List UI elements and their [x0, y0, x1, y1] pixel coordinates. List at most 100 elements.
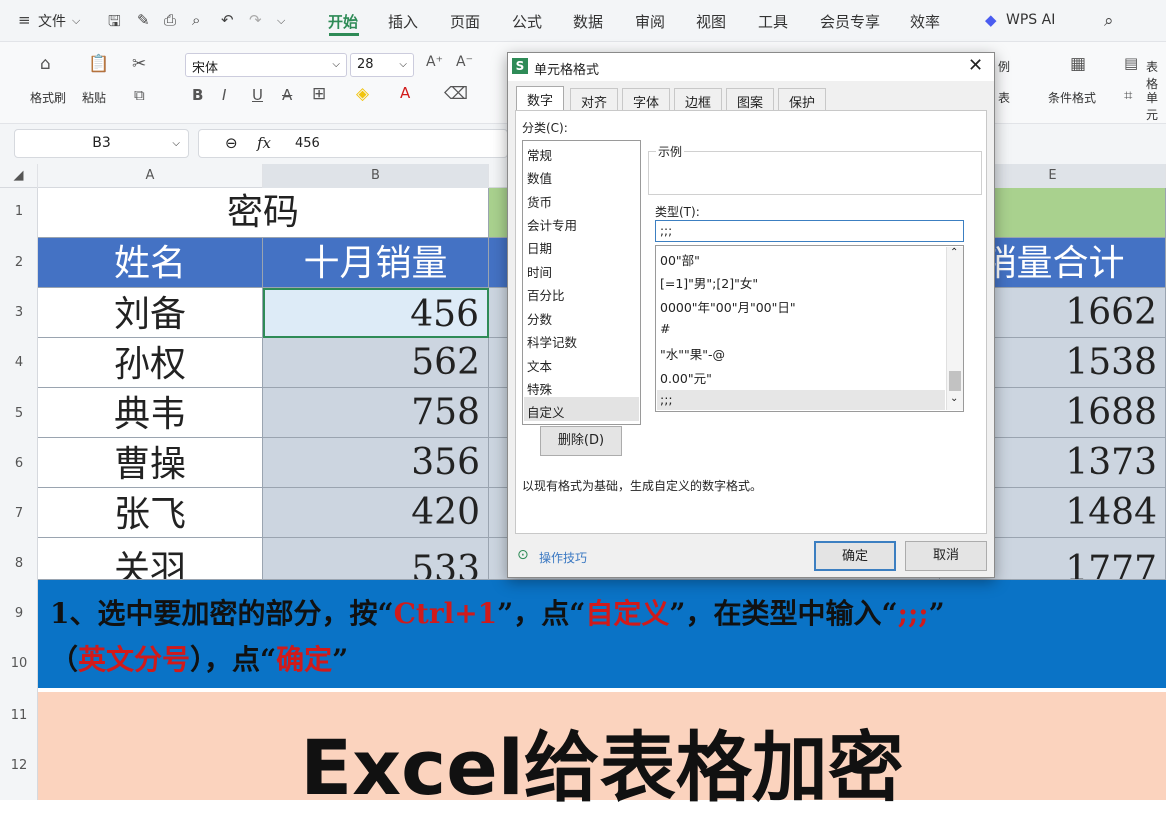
- tab-tools[interactable]: 工具: [758, 11, 788, 32]
- category-item[interactable]: 时间: [527, 262, 552, 281]
- increase-font-icon[interactable]: A⁺: [426, 54, 443, 70]
- tab-alignment[interactable]: 对齐: [570, 88, 619, 111]
- category-item[interactable]: 特殊: [527, 379, 552, 398]
- tab-home[interactable]: 开始: [328, 11, 358, 32]
- type-item[interactable]: 0.00"元": [660, 368, 712, 387]
- october-cell[interactable]: 758: [263, 388, 489, 438]
- italic-icon[interactable]: I: [222, 86, 226, 104]
- close-icon[interactable]: ✕: [968, 55, 983, 76]
- select-all-corner[interactable]: ◢: [0, 164, 38, 188]
- name-cell[interactable]: 孙权: [38, 338, 263, 388]
- clear-format-icon[interactable]: ⌫: [444, 84, 468, 104]
- format-painter-icon[interactable]: ⌂: [40, 54, 51, 74]
- font-color-icon[interactable]: A: [400, 84, 410, 102]
- menu-icon[interactable]: ≡: [18, 11, 31, 29]
- column-header-b[interactable]: B: [263, 164, 489, 188]
- save-icon[interactable]: 🖫: [108, 11, 121, 36]
- name-cell[interactable]: 曹操: [38, 438, 263, 488]
- category-item[interactable]: 日期: [527, 238, 552, 257]
- print-preview-icon[interactable]: ⌕: [192, 11, 200, 29]
- name-cell[interactable]: 典韦: [38, 388, 263, 438]
- search-icon[interactable]: ⌕: [1104, 11, 1114, 31]
- october-cell[interactable]: 533: [263, 538, 489, 580]
- border-icon[interactable]: ⊞: [312, 84, 326, 104]
- column-header-a[interactable]: A: [38, 164, 263, 188]
- name-cell[interactable]: 刘备: [38, 288, 263, 338]
- row-header[interactable]: 2: [0, 255, 38, 270]
- zoom-icon[interactable]: ⊖: [225, 134, 238, 152]
- underline-icon[interactable]: U: [252, 86, 263, 104]
- format-icon[interactable]: ✎: [137, 11, 150, 29]
- tab-data[interactable]: 数据: [573, 11, 603, 32]
- row-header[interactable]: 12: [0, 758, 38, 773]
- fx-icon[interactable]: fx: [257, 134, 271, 152]
- fill-color-icon[interactable]: ◈: [356, 84, 369, 104]
- category-item[interactable]: 文本: [527, 356, 552, 375]
- scroll-thumb[interactable]: [949, 371, 961, 391]
- tab-number[interactable]: 数字: [516, 86, 565, 111]
- decrease-font-icon[interactable]: A⁻: [456, 54, 473, 70]
- name-cell[interactable]: 关羽: [38, 538, 263, 580]
- undo-icon[interactable]: ↶: [221, 11, 234, 29]
- category-item[interactable]: 分数: [527, 309, 552, 328]
- row-header[interactable]: 10: [0, 656, 38, 671]
- type-item[interactable]: #: [660, 321, 670, 336]
- tab-formula[interactable]: 公式: [512, 11, 542, 32]
- title-cell[interactable]: 密码: [38, 188, 489, 238]
- strikethrough-icon[interactable]: A: [282, 86, 292, 104]
- row-header[interactable]: 11: [0, 708, 38, 723]
- redo-icon[interactable]: ↷: [249, 11, 262, 29]
- row-header[interactable]: 4: [0, 355, 38, 370]
- chevron-down-icon[interactable]: ⌵: [72, 14, 80, 28]
- row-header[interactable]: 7: [0, 506, 38, 521]
- font-size-select[interactable]: 28 ⌵: [350, 53, 414, 77]
- header-name-cell[interactable]: 姓名: [38, 238, 263, 288]
- delete-button[interactable]: 删除(D): [540, 426, 622, 456]
- tab-efficiency[interactable]: 效率: [910, 11, 940, 32]
- type-list[interactable]: 00"部" [=1]"男";[2]"女" 0000"年"00"月"00"日" #…: [655, 245, 964, 412]
- ribbon-label[interactable]: 表: [998, 89, 1010, 106]
- cancel-button[interactable]: 取消: [905, 541, 987, 571]
- paste-button[interactable]: 粘贴: [82, 89, 106, 106]
- tab-protection[interactable]: 保护: [778, 88, 827, 111]
- header-october-cell[interactable]: 十月销量: [263, 238, 489, 288]
- tab-border[interactable]: 边框: [674, 88, 723, 111]
- tab-pattern[interactable]: 图案: [726, 88, 775, 111]
- file-menu[interactable]: 文件: [38, 11, 66, 31]
- type-item[interactable]: 0000"年"00"月"00"日": [660, 297, 796, 316]
- font-name-select[interactable]: 宋体 ⌵: [185, 53, 347, 77]
- ok-button[interactable]: 确定: [814, 541, 896, 571]
- paste-icon[interactable]: 📋: [88, 54, 109, 74]
- tips-icon[interactable]: ⊙: [517, 547, 529, 563]
- format-painter-button[interactable]: 格式刷: [30, 89, 66, 106]
- category-item[interactable]: 数值: [527, 168, 552, 187]
- category-item[interactable]: 常规: [527, 145, 552, 164]
- cell-icon[interactable]: ⌗: [1124, 86, 1132, 104]
- category-list[interactable]: 常规 数值 货币 会计专用 日期 时间 百分比 分数 科学记数 文本 特殊 自定…: [522, 140, 641, 425]
- row-header[interactable]: 1: [0, 204, 38, 219]
- copy-icon[interactable]: ⧉: [134, 86, 145, 104]
- category-item-custom[interactable]: 自定义: [527, 402, 565, 421]
- october-cell[interactable]: 562: [263, 338, 489, 388]
- dialog-title-bar[interactable]: S 单元格格式 ✕: [508, 53, 994, 81]
- table-style-icon[interactable]: ▤: [1124, 54, 1138, 72]
- name-box[interactable]: B3 ⌵: [14, 129, 189, 158]
- tips-link[interactable]: 操作技巧: [539, 549, 587, 566]
- formula-input[interactable]: ⊖ fx 456: [198, 129, 508, 158]
- type-list-scrollbar[interactable]: ⌃ ⌄: [946, 247, 963, 410]
- bold-icon[interactable]: B: [192, 86, 203, 104]
- tab-page[interactable]: 页面: [450, 11, 480, 32]
- row-header[interactable]: 6: [0, 456, 38, 471]
- row-header[interactable]: 5: [0, 406, 38, 421]
- wps-ai-button[interactable]: WPS AI: [1006, 12, 1055, 28]
- cell-button[interactable]: 单元: [1146, 89, 1166, 123]
- ribbon-label[interactable]: 例: [998, 58, 1010, 75]
- tab-view[interactable]: 视图: [696, 11, 726, 32]
- conditional-format-button[interactable]: 条件格式: [1048, 89, 1096, 106]
- row-header[interactable]: 8: [0, 556, 38, 571]
- tab-member[interactable]: 会员专享: [820, 11, 880, 32]
- row-header[interactable]: 9: [0, 606, 38, 621]
- october-cell[interactable]: 356: [263, 438, 489, 488]
- more-chevron-icon[interactable]: ⌵: [277, 14, 285, 28]
- type-item[interactable]: 00"部": [660, 250, 700, 269]
